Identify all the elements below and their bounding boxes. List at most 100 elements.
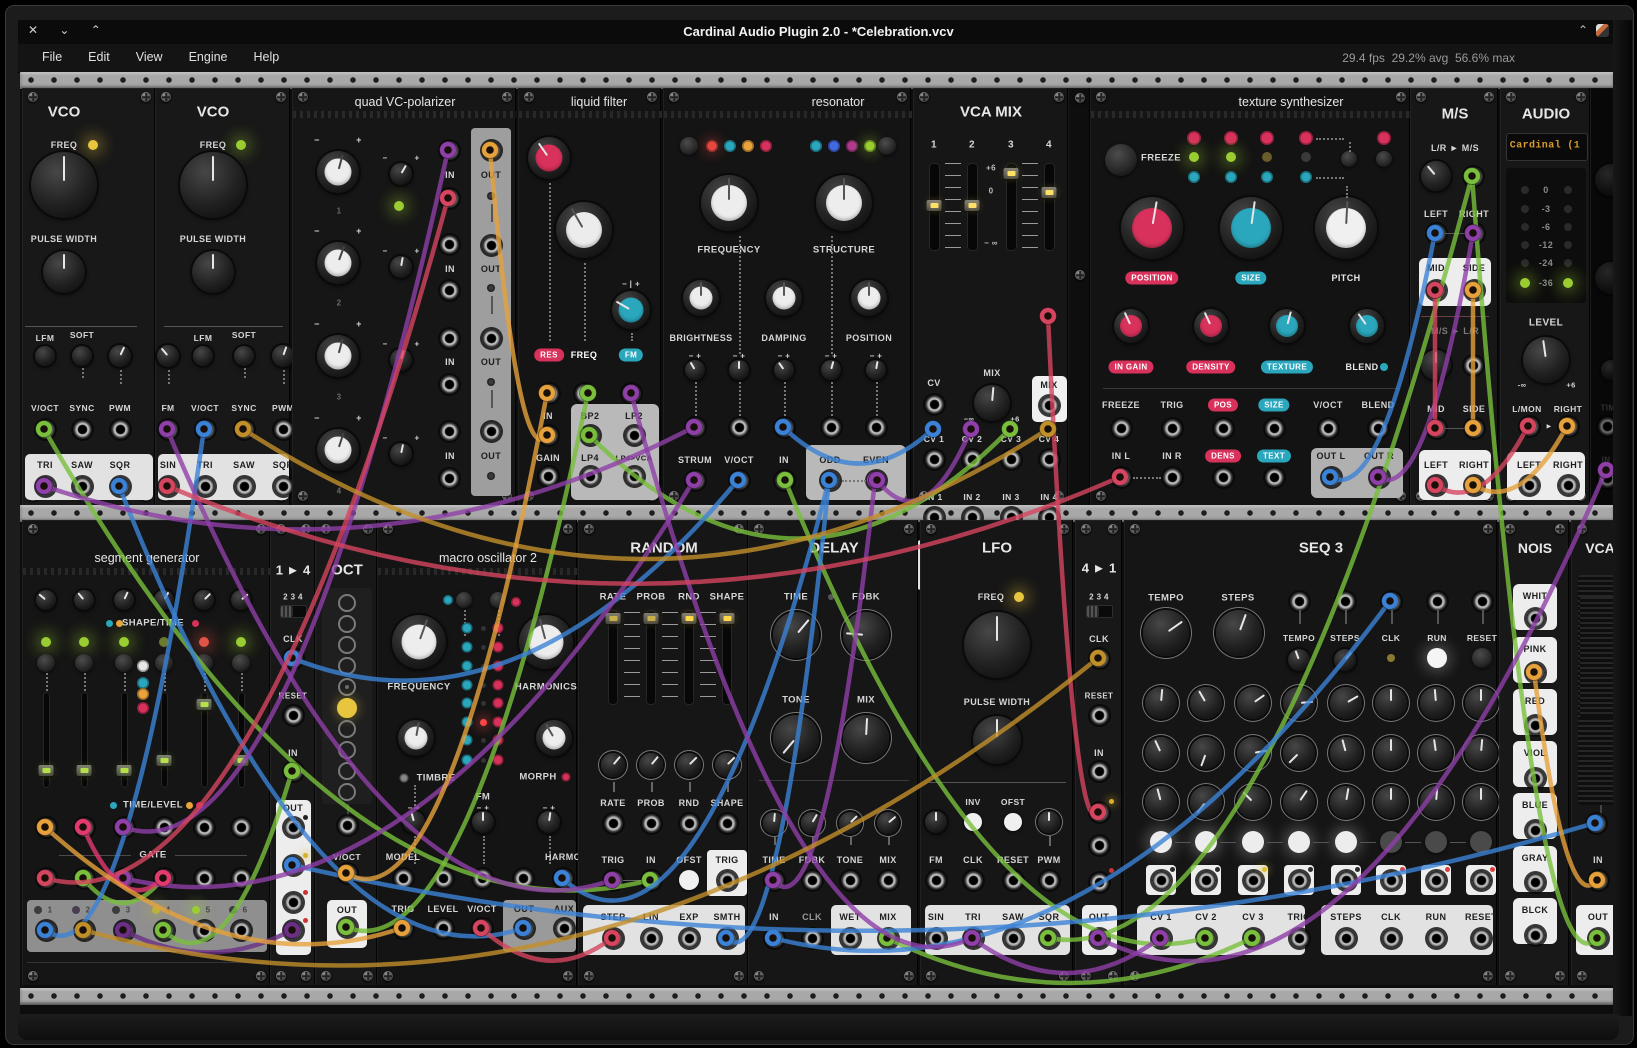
audio-lmon[interactable] — [1520, 417, 1539, 436]
macro-jack[interactable] — [514, 869, 533, 888]
texture-jack[interactable] — [1112, 419, 1131, 438]
vco1-knob[interactable] — [31, 152, 97, 218]
nois-jack[interactable] — [1526, 926, 1545, 945]
delay-knob[interactable] — [773, 612, 819, 658]
quadvc-jack[interactable] — [440, 469, 459, 488]
oct-ring-option[interactable] — [338, 720, 356, 738]
texture-jack[interactable] — [1265, 419, 1284, 438]
seggen-jack[interactable] — [155, 818, 174, 837]
slider-handle[interactable] — [234, 755, 249, 766]
res-in[interactable] — [775, 471, 794, 490]
filter-gain[interactable] — [539, 467, 558, 486]
vcamix-vsl-slider[interactable] — [929, 163, 940, 251]
tex-inl[interactable] — [1112, 468, 1131, 487]
seq3-jack[interactable] — [1290, 929, 1309, 948]
resonator-knob[interactable] — [766, 280, 802, 316]
menu-item-engine[interactable]: Engine — [189, 50, 228, 64]
res-voct[interactable] — [730, 471, 749, 490]
lfo-jack[interactable] — [1004, 871, 1023, 890]
seggen-knob[interactable] — [194, 590, 214, 610]
lfo-btn-button[interactable] — [964, 813, 982, 831]
quadvc-jack[interactable] — [482, 236, 501, 255]
quadvc-jack[interactable] — [440, 329, 459, 348]
seq3-jack[interactable] — [1428, 592, 1447, 611]
vco2-knob[interactable] — [192, 251, 234, 293]
resonator-knob[interactable] — [851, 280, 887, 316]
random-knob[interactable] — [715, 753, 739, 777]
vco1-sync-jack[interactable] — [73, 420, 92, 439]
vco1-tri-out[interactable] — [36, 477, 55, 496]
seq3-jack[interactable] — [1472, 929, 1491, 948]
seq3-knob[interactable] — [1145, 737, 1177, 769]
resonator-btn-button[interactable] — [680, 137, 698, 155]
quadvc-knob[interactable] — [390, 256, 412, 278]
seggen-vsl-slider[interactable] — [81, 692, 88, 788]
random-vsl-slider[interactable] — [684, 610, 694, 705]
resonator-btn-button[interactable] — [878, 137, 896, 155]
texture-btn-button[interactable] — [1105, 144, 1137, 176]
random-vsl-slider[interactable] — [646, 610, 656, 705]
seq3-knob[interactable] — [1465, 687, 1497, 719]
seggen-vsl-slider[interactable] — [121, 692, 128, 788]
liquid-knob[interactable] — [556, 202, 612, 258]
seq3-btn-button[interactable] — [1195, 831, 1217, 853]
macro-jack[interactable] — [434, 869, 453, 888]
lfo-knob[interactable] — [925, 811, 947, 833]
quadvc-jack[interactable] — [440, 375, 459, 394]
texture-knob[interactable] — [1350, 309, 1384, 343]
delay-time-cv[interactable] — [765, 871, 784, 890]
vco1-knob[interactable] — [72, 346, 92, 366]
macro-trig[interactable] — [394, 919, 413, 938]
one4-clk[interactable] — [284, 649, 303, 668]
vco2-sync-jack[interactable] — [235, 420, 254, 439]
menu-item-view[interactable]: View — [136, 50, 163, 64]
seq3-knob[interactable] — [1375, 687, 1407, 719]
slider-handle[interactable] — [720, 613, 735, 624]
mix-cv[interactable] — [925, 395, 944, 414]
quadvc-jack[interactable] — [440, 422, 459, 441]
seq3-knob[interactable] — [1330, 786, 1362, 818]
macro-knob[interactable] — [538, 811, 560, 833]
seggen-jack[interactable] — [37, 921, 56, 940]
oct-ring-option[interactable] — [338, 657, 356, 675]
seq3-jack[interactable] — [1382, 929, 1401, 948]
macro-knob[interactable] — [392, 615, 446, 669]
filter-in[interactable] — [539, 426, 558, 445]
random-trig-in[interactable] — [604, 871, 623, 890]
seq3-btn-button[interactable] — [1150, 831, 1172, 853]
vcamix-vsl-slider[interactable] — [1044, 163, 1055, 251]
tex-inr[interactable] — [1163, 468, 1182, 487]
seggen-knob[interactable] — [231, 590, 251, 610]
quadvc-jack[interactable] — [482, 141, 501, 160]
texture-knob[interactable] — [1315, 197, 1377, 259]
texture-jack[interactable] — [1163, 419, 1182, 438]
seq3-jack[interactable] — [1197, 871, 1216, 890]
random-knob[interactable] — [677, 753, 701, 777]
lfo-sqr-out[interactable] — [1040, 929, 1059, 948]
lfo-tri-out[interactable] — [964, 929, 983, 948]
slider-handle[interactable] — [1004, 168, 1019, 179]
vcamix-jack[interactable] — [963, 450, 982, 469]
nois-jack[interactable] — [1526, 873, 1545, 892]
seq3-knob[interactable] — [1375, 786, 1407, 818]
random-jack[interactable] — [604, 814, 623, 833]
ms-knob[interactable] — [1421, 161, 1451, 191]
slider-handle[interactable] — [965, 200, 980, 211]
lfo-jack[interactable] — [1040, 871, 1059, 890]
vco1-saw-out[interactable] — [73, 477, 92, 496]
vco2-sqr-out[interactable] — [274, 477, 293, 496]
seq3-knob[interactable] — [1283, 737, 1315, 769]
macro-aux[interactable] — [555, 919, 574, 938]
oct-ring-option[interactable] — [337, 698, 357, 718]
resonator-knob[interactable] — [821, 360, 841, 380]
seggen-jack[interactable] — [75, 818, 94, 837]
filter-res-cv[interactable] — [540, 384, 559, 403]
seq3-jack[interactable] — [1472, 871, 1491, 890]
vco2-knob[interactable] — [180, 152, 246, 218]
audio-right[interactable] — [1559, 417, 1578, 436]
slider-handle[interactable] — [606, 613, 621, 624]
seq3-jack[interactable] — [1382, 871, 1401, 890]
filter-bp2-out[interactable] — [581, 426, 600, 445]
random-smth-out[interactable] — [718, 929, 737, 948]
slider-handle[interactable] — [197, 699, 212, 710]
